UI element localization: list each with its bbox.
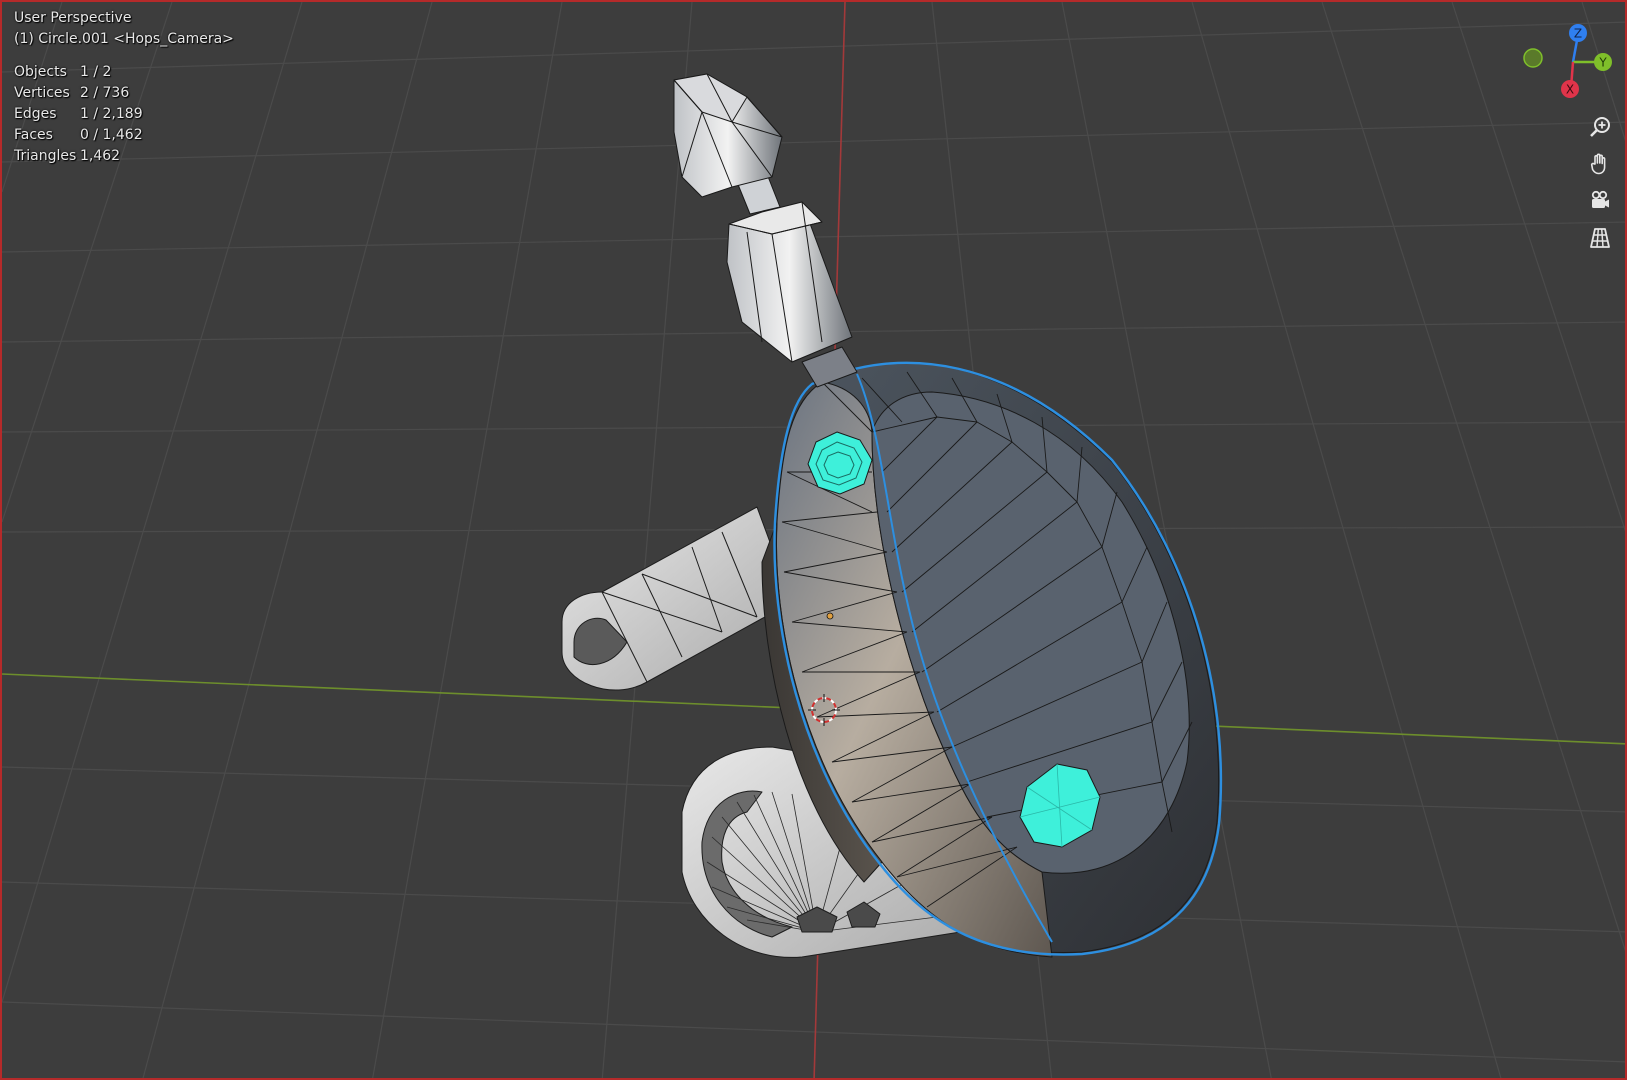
pan-hand-icon <box>1590 153 1606 175</box>
gizmo-z-label: Z <box>1574 27 1582 41</box>
stat-value-triangles: 1,462 <box>80 148 121 164</box>
scene-statistics: Objects 1 / 2 Vertices 2 / 736 Edges 1 /… <box>14 62 234 167</box>
stat-label-triangles: Triangles <box>14 148 77 164</box>
stat-label-vertices: Vertices <box>14 85 70 101</box>
gizmo-neg-y-handle[interactable] <box>1523 48 1543 68</box>
view-name: User Perspective <box>14 10 132 26</box>
object-origin <box>826 612 834 620</box>
stat-label-edges: Edges <box>14 106 57 122</box>
ortho-toggle-button[interactable] <box>1583 221 1617 255</box>
camera-view-button[interactable] <box>1583 184 1617 218</box>
stat-value-edges: 1 / 2,189 <box>80 106 143 122</box>
camera-mast-mesh <box>673 73 858 388</box>
stat-value-objects: 1 / 2 <box>80 64 112 80</box>
camera-icon <box>1591 190 1609 208</box>
upper-bracket-mesh <box>561 506 793 691</box>
gizmo-x-label: X <box>1566 83 1574 97</box>
viewport-navigation-tools <box>1583 110 1617 258</box>
active-object-line: (1) Circle.001 <Hops_Camera> <box>14 31 234 47</box>
3d-viewport[interactable]: User Perspective (1) Circle.001 <Hops_Ca… <box>0 0 1627 1080</box>
stat-value-vertices: 2 / 736 <box>80 85 130 101</box>
gizmo-y-label: Y <box>1598 56 1607 70</box>
zoom-button[interactable] <box>1583 110 1617 144</box>
scene-canvas[interactable] <box>2 2 1627 1080</box>
stat-label-objects: Objects <box>14 64 67 80</box>
viewport-info-overlay: User Perspective (1) Circle.001 <Hops_Ca… <box>14 8 234 167</box>
ortho-grid-icon <box>1590 228 1610 248</box>
stat-value-faces: 0 / 1,462 <box>80 127 143 143</box>
navigation-gizmo[interactable]: Z Y X <box>1503 20 1613 100</box>
zoom-icon <box>1590 117 1610 137</box>
stat-label-faces: Faces <box>14 127 53 143</box>
pan-button[interactable] <box>1583 147 1617 181</box>
